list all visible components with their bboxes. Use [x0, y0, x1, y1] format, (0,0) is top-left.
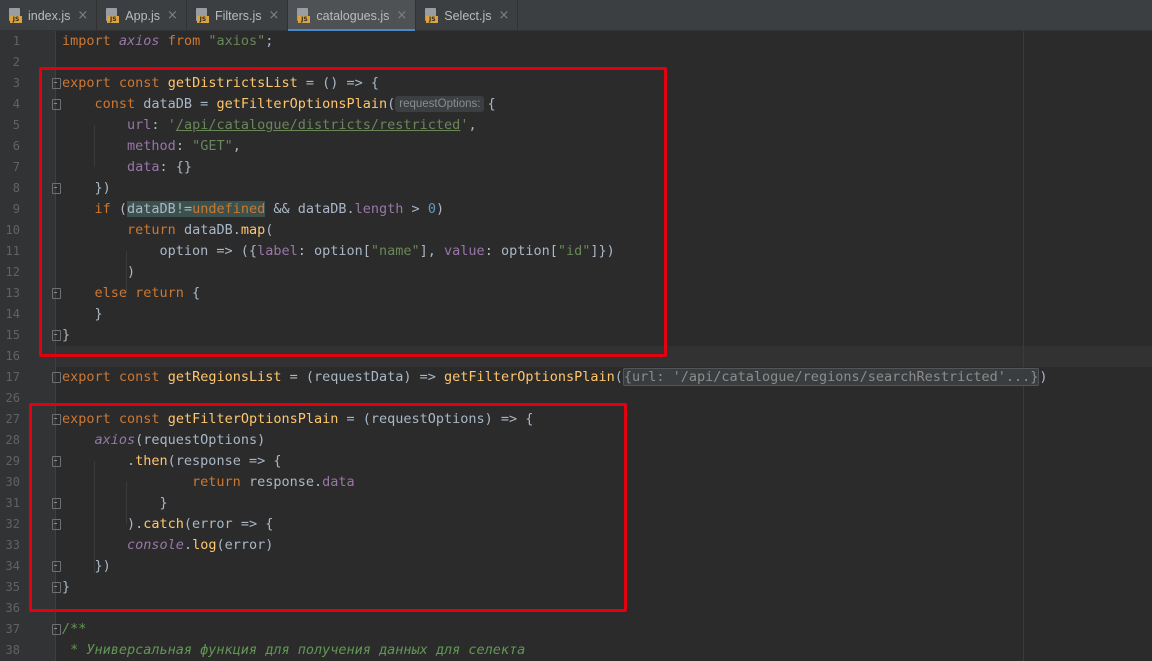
- line-number: 16: [5, 349, 20, 363]
- tab-label: index.js: [28, 8, 71, 23]
- close-icon[interactable]: ×: [396, 8, 407, 23]
- line-number: 36: [5, 601, 20, 615]
- line-number: 5: [12, 118, 20, 132]
- tab-app-js[interactable]: JS App.js ×: [97, 0, 187, 31]
- line-number: 7: [12, 160, 20, 174]
- line-number: 2: [12, 55, 20, 69]
- line-number: 30: [5, 475, 20, 489]
- tab-index-js[interactable]: JS index.js ×: [0, 0, 98, 31]
- line-number: 14: [5, 307, 20, 321]
- code-line[interactable]: 38 * Универсальная функция для получения…: [0, 640, 1152, 661]
- line-number: 11: [5, 244, 20, 258]
- line-number: 27: [5, 412, 20, 426]
- line-number: 6: [12, 139, 20, 153]
- close-icon[interactable]: ×: [499, 8, 510, 23]
- code-line[interactable]: 37 /**: [0, 619, 1152, 640]
- line-number: 12: [5, 265, 20, 279]
- line-number: 15: [5, 328, 20, 342]
- js-file-icon: JS: [425, 8, 439, 23]
- js-file-icon: JS: [195, 8, 209, 23]
- tab-label: catalogues.js: [316, 8, 390, 23]
- line-number: 17: [5, 370, 20, 384]
- line-number: 9: [12, 202, 20, 216]
- line-number: 33: [5, 538, 20, 552]
- fold-marker-icon[interactable]: [52, 624, 61, 635]
- close-icon[interactable]: ×: [268, 8, 279, 23]
- line-number: 4: [12, 97, 20, 111]
- code-text: import axios from "axios";: [62, 33, 274, 49]
- code-editor[interactable]: 1 import axios from "axios"; 2 3 export cons…: [0, 31, 1152, 661]
- code-text: * Универсальная функция для получения да…: [62, 642, 526, 658]
- js-file-icon: JS: [297, 8, 311, 23]
- line-number: 28: [5, 433, 20, 447]
- line-number: 29: [5, 454, 20, 468]
- line-number: 13: [5, 286, 20, 300]
- tab-label: Filters.js: [214, 8, 262, 23]
- line-number: 26: [5, 391, 20, 405]
- close-icon[interactable]: ×: [167, 8, 178, 23]
- tab-label: App.js: [125, 8, 161, 23]
- close-icon[interactable]: ×: [77, 8, 88, 23]
- tab-label: Select.js: [444, 8, 492, 23]
- line-number: 3: [12, 76, 20, 90]
- highlight-box-districts: [39, 67, 667, 357]
- tab-catalogues-js[interactable]: JS catalogues.js ×: [288, 0, 417, 32]
- tab-filters-js[interactable]: JS Filters.js ×: [187, 0, 289, 31]
- fold-marker-icon[interactable]: [52, 372, 61, 383]
- line-number: 35: [5, 580, 20, 594]
- highlight-box-filter-options: [29, 403, 627, 612]
- code-text: export const getRegionsList = (requestDa…: [62, 368, 1048, 386]
- line-number: 31: [5, 496, 20, 510]
- js-file-icon: JS: [106, 8, 120, 23]
- line-number: 34: [5, 559, 20, 573]
- line-number: 37: [5, 622, 20, 636]
- tab-select-js[interactable]: JS Select.js ×: [416, 0, 519, 31]
- line-number: 10: [5, 223, 20, 237]
- editor-tab-bar: JS index.js × JS App.js × JS Filters.js × JS catal…: [0, 0, 1152, 32]
- line-number: 8: [12, 181, 20, 195]
- code-line[interactable]: 1 import axios from "axios";: [0, 31, 1152, 52]
- code-text: /**: [62, 621, 87, 637]
- code-line[interactable]: 17 export const getRegionsList = (request…: [0, 367, 1152, 388]
- line-number: 32: [5, 517, 20, 531]
- line-number: 1: [12, 34, 20, 48]
- line-number: 38: [5, 643, 20, 657]
- js-file-icon: JS: [9, 8, 22, 23]
